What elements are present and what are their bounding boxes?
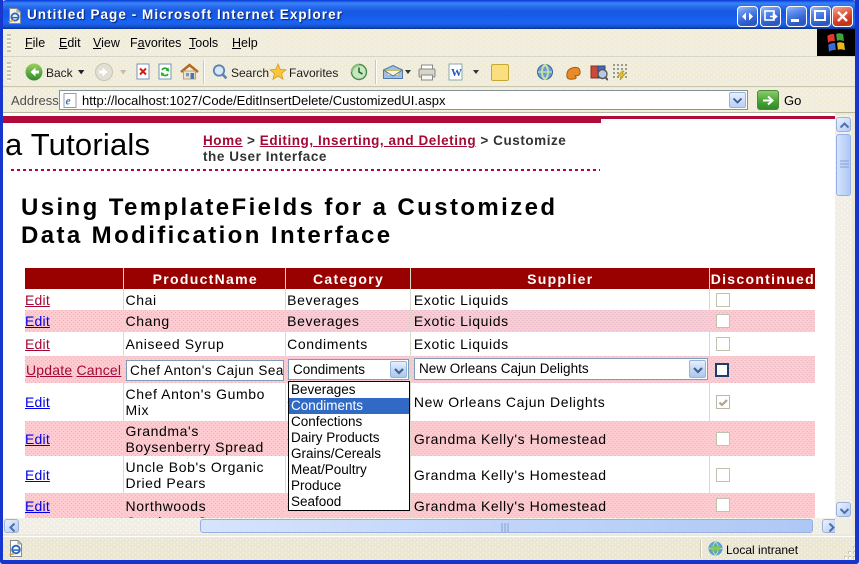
svg-text:W: W (451, 67, 462, 79)
svg-text:e: e (66, 96, 71, 108)
